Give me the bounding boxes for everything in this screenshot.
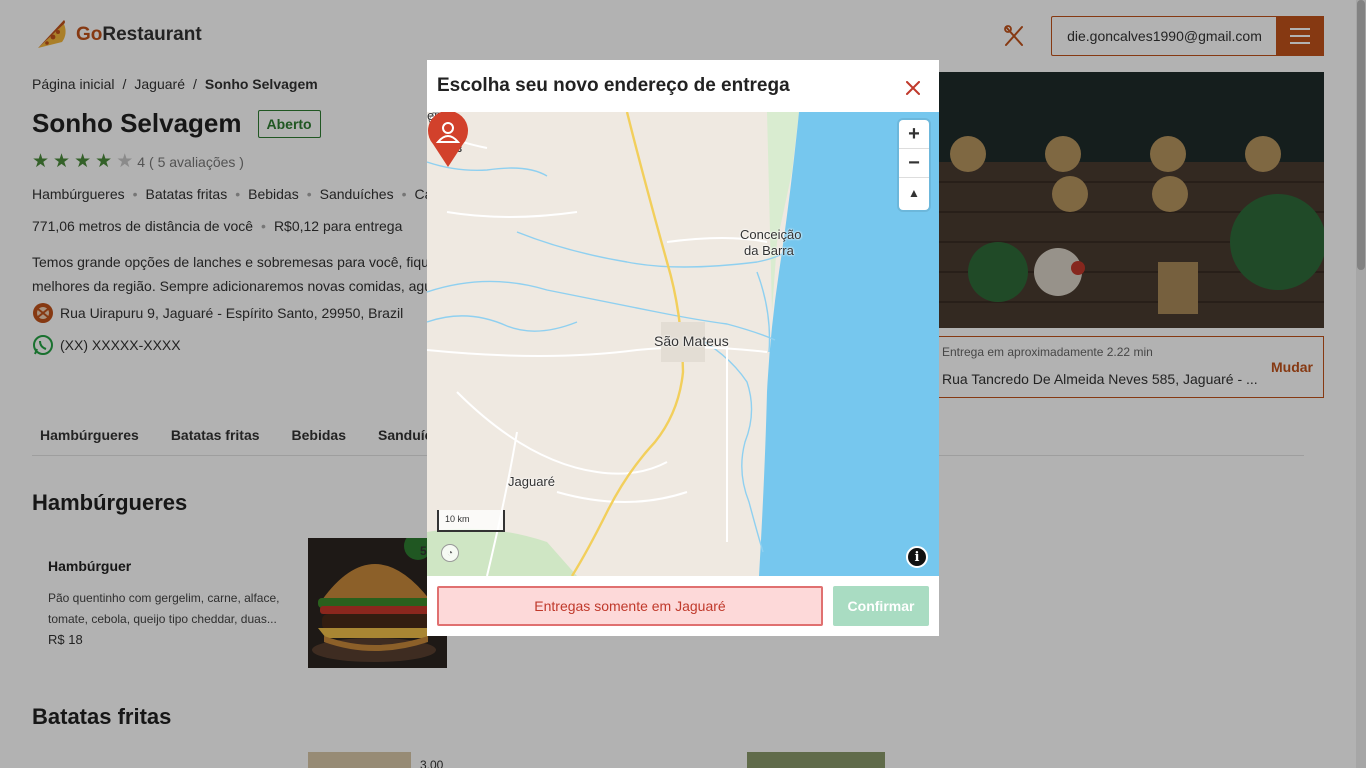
modal-footer: Confirmar: [427, 576, 939, 636]
map-label-jaguare: Jaguaré: [508, 474, 555, 489]
map[interactable]: 313 eiros Conceição da Barra São Mateus …: [427, 112, 939, 576]
compass-button[interactable]: ▲: [899, 178, 929, 207]
zoom-in-button[interactable]: +: [899, 120, 929, 149]
map-label-conceicao: Conceição: [740, 227, 802, 242]
close-icon[interactable]: [901, 76, 925, 100]
user-location-pin-icon: [428, 112, 468, 167]
confirm-button[interactable]: Confirmar: [833, 586, 929, 626]
zoom-controls: + − ▲: [899, 120, 929, 210]
address-input[interactable]: [437, 586, 823, 626]
map-label-sao-mateus: São Mateus: [654, 333, 729, 349]
address-modal: Escolha seu novo endereço de entrega Con…: [427, 60, 939, 636]
map-label-conceicao: da Barra: [744, 243, 794, 258]
map-logo-icon[interactable]: ◔: [441, 544, 459, 562]
map-scale: 10 km: [437, 510, 505, 532]
zoom-out-button[interactable]: −: [899, 149, 929, 178]
modal-title: Escolha seu novo endereço de entrega: [437, 75, 790, 96]
map-info-button[interactable]: i: [906, 546, 928, 568]
